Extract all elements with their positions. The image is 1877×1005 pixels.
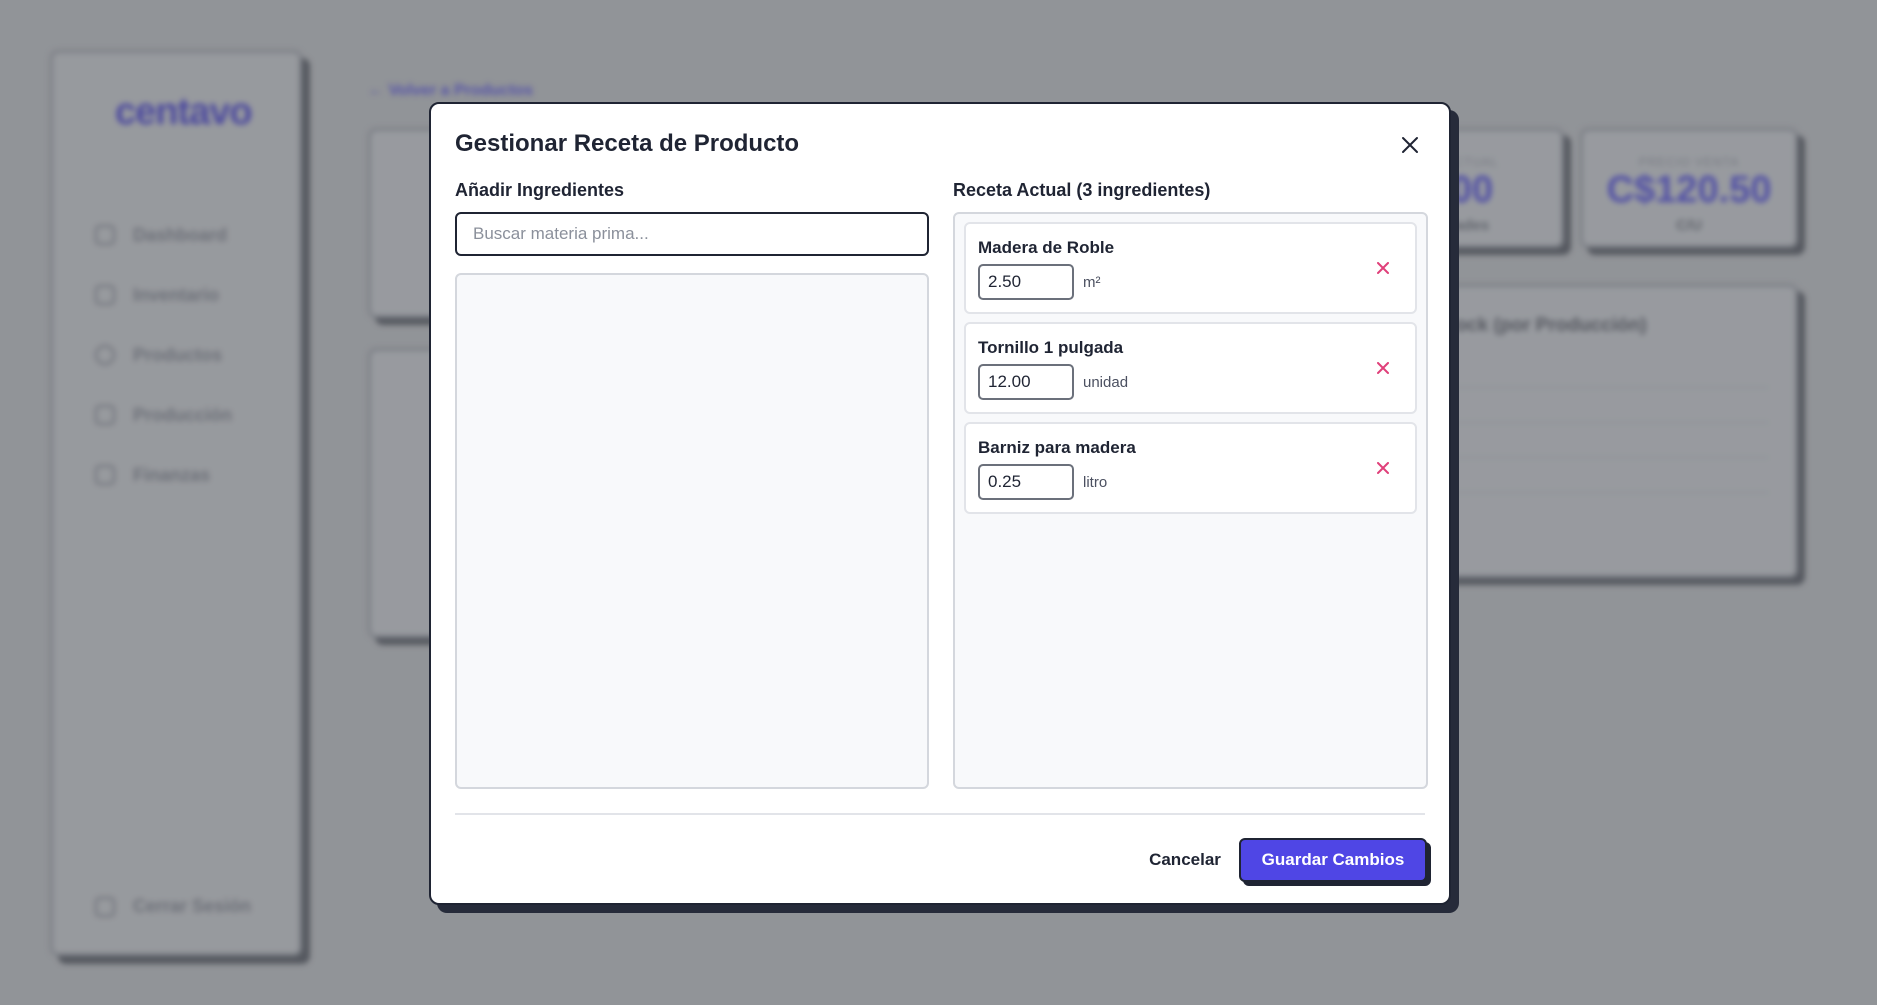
ingredient-item: Barniz para madera litro [964, 422, 1417, 514]
remove-ingredient-button[interactable] [1371, 256, 1395, 280]
remove-ingredient-button[interactable] [1371, 356, 1395, 380]
remove-icon [1377, 262, 1389, 274]
recipe-list: Madera de Roble m² Tornillo 1 pulgada un… [953, 212, 1428, 789]
search-input[interactable] [455, 212, 929, 256]
ingredient-unit: unidad [1083, 374, 1129, 391]
ingredient-unit: litro [1083, 474, 1108, 491]
add-ingredients-heading: Añadir Ingredientes [455, 180, 625, 200]
quantity-input[interactable] [978, 364, 1074, 400]
recipe-heading: Receta Actual (3 ingredientes) [953, 180, 1211, 200]
remove-icon [1377, 462, 1389, 474]
quantity-input[interactable] [978, 464, 1074, 500]
search-results-list [455, 273, 929, 789]
ingredient-item: Tornillo 1 pulgada unidad [964, 322, 1417, 414]
recipe-modal: Gestionar Receta de Producto Añadir Ingr… [429, 102, 1451, 905]
modal-title: Gestionar Receta de Producto [455, 130, 800, 157]
ingredient-name: Barniz para madera [978, 438, 1136, 457]
quantity-input[interactable] [978, 264, 1074, 300]
remove-icon [1377, 362, 1389, 374]
save-changes-button[interactable]: Guardar Cambios [1239, 838, 1427, 882]
close-button[interactable] [1395, 130, 1425, 160]
ingredient-unit: m² [1083, 274, 1101, 291]
ingredient-name: Tornillo 1 pulgada [978, 338, 1124, 357]
footer-divider [455, 813, 1425, 815]
close-icon [1402, 137, 1418, 153]
ingredient-name: Madera de Roble [978, 238, 1115, 257]
ingredient-item: Madera de Roble m² [964, 222, 1417, 314]
cancel-button[interactable]: Cancelar [1119, 838, 1251, 882]
remove-ingredient-button[interactable] [1371, 456, 1395, 480]
